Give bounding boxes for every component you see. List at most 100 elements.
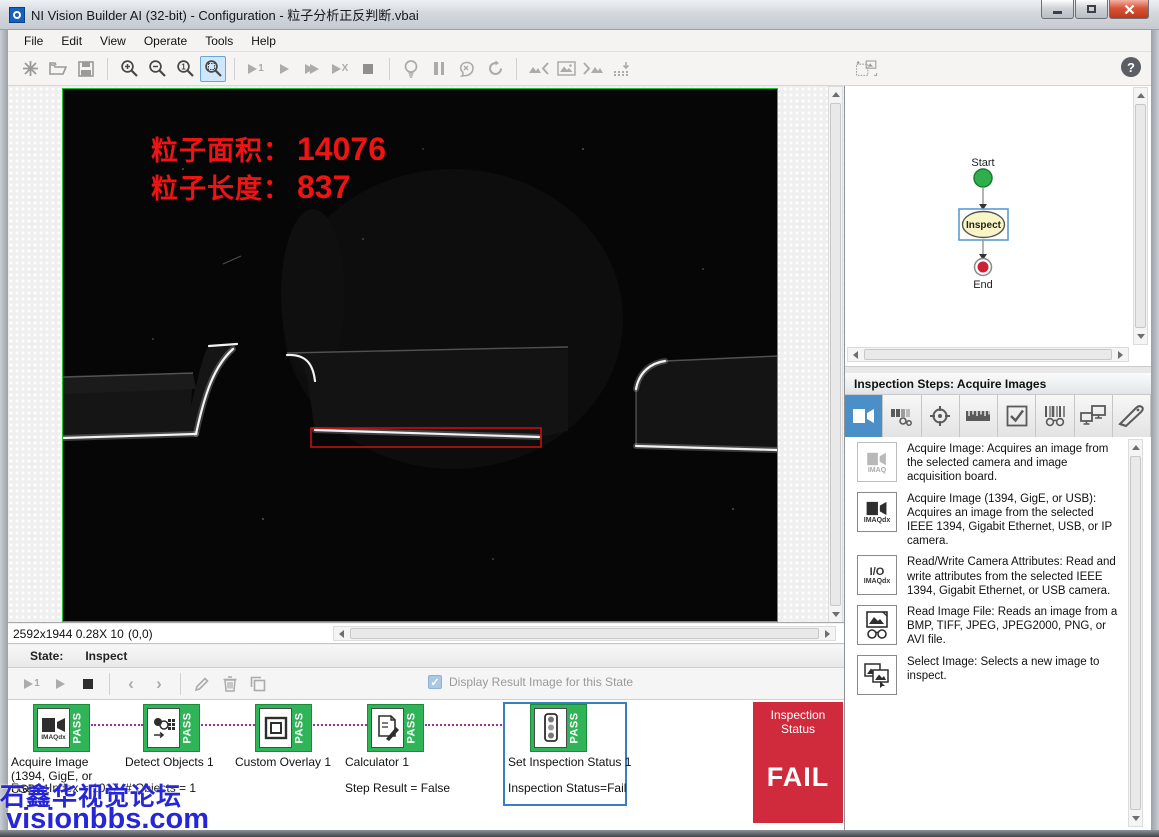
run-once-suffix: 1 bbox=[258, 63, 264, 74]
diagram-vertical-scrollbar[interactable] bbox=[1133, 87, 1148, 345]
scroll-right-button[interactable] bbox=[1114, 348, 1127, 361]
particle-area-value: 14076 bbox=[297, 131, 386, 168]
menu-file[interactable]: File bbox=[15, 31, 52, 51]
scroll-right-button[interactable] bbox=[821, 627, 834, 640]
tab-communicate[interactable] bbox=[1075, 395, 1113, 437]
pass-badge: PASS bbox=[70, 708, 86, 748]
inspection-status-title: Inspection Status bbox=[763, 702, 833, 736]
tab-locate-features[interactable] bbox=[922, 395, 960, 437]
scroll-down-button[interactable] bbox=[1129, 812, 1142, 825]
zoom-in-button[interactable] bbox=[116, 56, 142, 82]
list-item-text: Acquire Image: Acquires an image from th… bbox=[907, 442, 1121, 485]
menu-view[interactable]: View bbox=[91, 31, 135, 51]
scroll-up-button[interactable] bbox=[1134, 89, 1147, 102]
next-image-button[interactable] bbox=[581, 56, 607, 82]
previous-step-button[interactable]: ‹ bbox=[118, 671, 144, 697]
maximize-icon bbox=[1087, 5, 1096, 13]
step-name: Set Inspection Status 1 bbox=[508, 756, 633, 770]
image-io-icon bbox=[855, 57, 879, 81]
step-connector bbox=[91, 724, 143, 726]
diagram-horizontal-scrollbar[interactable] bbox=[847, 347, 1129, 362]
state-run-button[interactable] bbox=[47, 671, 73, 697]
scroll-thumb[interactable] bbox=[1130, 456, 1141, 810]
tab-acquire-images[interactable] bbox=[845, 395, 883, 437]
next-step-button[interactable]: › bbox=[146, 671, 172, 697]
inspection-image[interactable]: 粒子面积： 14076 粒子长度： 837 bbox=[62, 88, 778, 622]
scroll-thumb[interactable] bbox=[830, 103, 841, 606]
delete-step-button[interactable] bbox=[217, 671, 243, 697]
maximize-button[interactable] bbox=[1075, 0, 1108, 19]
minimize-button[interactable] bbox=[1041, 0, 1074, 19]
list-item-text: Read/Write Camera Attributes: Read and w… bbox=[907, 555, 1121, 598]
list-item-read-write-attributes[interactable]: I/O IMAQdx Read/Write Camera Attributes:… bbox=[845, 550, 1151, 600]
list-vertical-scrollbar[interactable] bbox=[1128, 439, 1143, 827]
image-list-button[interactable] bbox=[609, 56, 635, 82]
tab-check-presence[interactable] bbox=[998, 395, 1036, 437]
run-icon bbox=[56, 679, 65, 689]
step-result: Inspection Status=Fail bbox=[508, 781, 633, 795]
inspection-view: 粒子面积： 14076 粒子长度： 837 bbox=[8, 86, 844, 830]
image-vertical-scrollbar[interactable] bbox=[828, 86, 843, 623]
state-stop-button[interactable] bbox=[75, 671, 101, 697]
scroll-thumb[interactable] bbox=[350, 628, 819, 639]
save-button[interactable] bbox=[73, 56, 99, 82]
menu-edit[interactable]: Edit bbox=[52, 31, 91, 51]
refresh-button[interactable] bbox=[482, 56, 508, 82]
scroll-up-button[interactable] bbox=[1129, 441, 1142, 454]
step-pass-frame: PASS bbox=[143, 704, 200, 752]
step-connector bbox=[313, 724, 367, 726]
step-pass-frame: IMAQdx PASS bbox=[33, 704, 90, 752]
display-result-image-checkbox[interactable]: ✓ Display Result Image for this State bbox=[428, 675, 633, 689]
new-inspection-button[interactable] bbox=[17, 56, 43, 82]
state-diagram[interactable]: Start Inspect End bbox=[845, 86, 1151, 367]
previous-image-button[interactable] bbox=[525, 56, 551, 82]
tab-enhance-images[interactable] bbox=[883, 395, 921, 437]
tab-additional-tools[interactable] bbox=[1113, 395, 1151, 437]
image-display-area[interactable]: 粒子面积： 14076 粒子长度： 837 bbox=[8, 86, 844, 623]
copy-step-button[interactable] bbox=[245, 671, 271, 697]
list-item-text: Read Image File: Reads an image from a B… bbox=[907, 605, 1121, 648]
close-button[interactable] bbox=[1109, 0, 1149, 19]
list-item-select-image[interactable]: Select Image: Selects a new image to ins… bbox=[845, 650, 1151, 697]
zoom-out-button[interactable] bbox=[144, 56, 170, 82]
pause-button[interactable] bbox=[426, 56, 452, 82]
swiss-knife-icon bbox=[1118, 404, 1144, 428]
step-result: Step Result = False bbox=[345, 781, 470, 795]
run-continuous-button[interactable] bbox=[299, 56, 325, 82]
stop-button[interactable] bbox=[355, 56, 381, 82]
menu-operate[interactable]: Operate bbox=[135, 31, 196, 51]
chevron-left-icon: ‹ bbox=[128, 674, 134, 694]
scroll-left-button[interactable] bbox=[849, 348, 862, 361]
scroll-thumb[interactable] bbox=[864, 349, 1112, 360]
scroll-down-button[interactable] bbox=[829, 608, 842, 621]
new-icon bbox=[22, 60, 39, 77]
abort-button[interactable] bbox=[454, 56, 480, 82]
highlight-results-button[interactable] bbox=[398, 56, 424, 82]
tab-measure-features[interactable] bbox=[960, 395, 998, 437]
menu-tools[interactable]: Tools bbox=[196, 31, 242, 51]
zoom-to-fit-button[interactable] bbox=[200, 56, 226, 82]
scroll-thumb[interactable] bbox=[1135, 104, 1146, 328]
image-horizontal-scrollbar[interactable] bbox=[333, 626, 836, 641]
lightbulb-icon bbox=[404, 60, 418, 78]
scroll-left-button[interactable] bbox=[335, 627, 348, 640]
run-until-fail-button[interactable]: X bbox=[327, 56, 353, 82]
image-io-button[interactable] bbox=[854, 56, 880, 82]
list-item-acquire-image[interactable]: IMAQ Acquire Image: Acquires an image fr… bbox=[845, 437, 1151, 487]
tab-identify-parts[interactable] bbox=[1036, 395, 1074, 437]
edit-step-button[interactable] bbox=[189, 671, 215, 697]
state-run-once-button[interactable]: 1 bbox=[19, 671, 45, 697]
help-button[interactable]: ? bbox=[1121, 57, 1141, 77]
zoom-1x-button[interactable]: 1 bbox=[172, 56, 198, 82]
run-button[interactable] bbox=[271, 56, 297, 82]
scroll-up-button[interactable] bbox=[829, 88, 842, 101]
list-item-acquire-image-1394[interactable]: IMAQdx Acquire Image (1394, GigE, or USB… bbox=[845, 487, 1151, 551]
scroll-down-button[interactable] bbox=[1134, 330, 1147, 343]
inspection-steps-header: Inspection Steps: Acquire Images bbox=[845, 373, 1151, 395]
run-once-button[interactable]: 1 bbox=[243, 56, 269, 82]
open-image-button[interactable] bbox=[553, 56, 579, 82]
state-diagram-canvas: Start Inspect End bbox=[845, 86, 1131, 344]
open-button[interactable] bbox=[45, 56, 71, 82]
menu-help[interactable]: Help bbox=[242, 31, 285, 51]
list-item-read-image-file[interactable]: Read Image File: Reads an image from a B… bbox=[845, 600, 1151, 650]
